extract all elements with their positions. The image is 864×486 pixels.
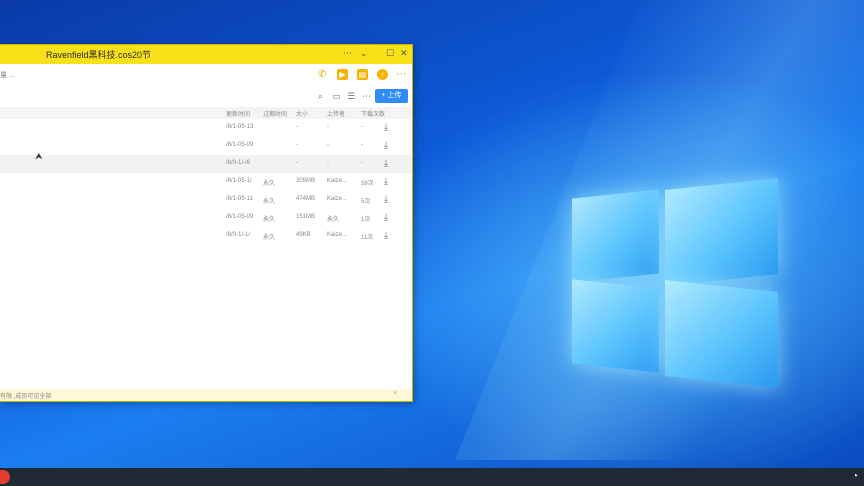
upload-circle-icon[interactable]: ↑ [377,69,388,80]
logo-pane [572,279,659,373]
table-row[interactable]: /8/0-1/-1/ 永久 49KB Kaize... 11次 ⤓ [0,227,412,245]
cell-size: - [296,142,298,148]
logo-pane [572,189,659,283]
col-updated[interactable]: 更新时间 [226,109,250,118]
close-button[interactable]: ✕ [400,48,408,59]
cell-downloads: - [361,160,363,166]
windows-logo-icon [570,176,782,390]
cell-uploader: Kaize... [327,232,348,238]
title-bar[interactable]: Ravenfield黑科技.cos20节 ⋯ ⌄ ☐ ✕ [0,45,412,64]
download-icon[interactable]: ⤓ [384,140,388,151]
cell-size: - [296,160,298,166]
chevron-down-icon[interactable]: ⌄ [360,48,368,59]
cell-updated: /8/1-05-13 [226,124,254,130]
video-icon[interactable]: ▶ [337,69,348,80]
download-icon[interactable]: ⤓ [384,194,388,205]
cell-updated: /8/1-05-09 [226,214,254,220]
table-row[interactable]: /8/1-05-09 - - - ⤓ [0,137,412,155]
mouse-cursor-icon: ⮝ [35,151,43,161]
notice-bar: 有限 ,成员可见全部 × [0,389,412,401]
cell-size: 151MB [296,214,316,220]
taskbar: ◔ [0,468,864,486]
app-taskbar-icon[interactable] [0,470,10,484]
download-icon[interactable]: ⤓ [384,122,388,133]
more-icon[interactable]: ⋯ [362,91,371,102]
download-icon[interactable]: ⤓ [384,158,388,169]
volume-icon[interactable]: ◔ [852,471,858,482]
download-icon[interactable]: ⤓ [384,212,388,223]
cell-size: 49KB [296,232,311,238]
cell-expiry: 永久 [263,235,276,241]
cell-size: 474MB [296,196,316,202]
cell-downloads: - [361,142,363,148]
cell-expiry: 永久 [263,181,276,187]
cell-uploader: 永久 [327,217,340,223]
download-icon[interactable]: ⤓ [384,230,388,241]
cell-expiry: 永久 [263,217,276,223]
table-row[interactable]: /8/1-05-09 永久 151MB 永久 1次 ⤓ [0,209,412,227]
file-toolbar: ⌕ ▭ ☰ ⋯ [0,86,412,106]
folder-icon[interactable]: ▭ [332,91,341,102]
logo-pane [665,280,778,388]
cell-downloads: 1次 [361,217,371,223]
table-row[interactable]: /8/1-05-13 - - - ⤓ [0,119,412,137]
cell-updated: /8/1-05-09 [226,142,254,148]
cell-downloads: 5次 [361,199,371,205]
col-expiry[interactable]: 过期时间 [263,109,287,118]
upload-button[interactable]: + 上传 [375,89,408,103]
toolbar: 量 ... ✆ ▶ ▤ ↑ ⋯ [0,64,412,87]
close-icon[interactable]: × [393,390,397,397]
cell-uploader: Kaize... [327,196,348,202]
restore-button[interactable]: ☐ [386,48,394,59]
cell-updated: /8/1-05-1/ [226,178,252,184]
table-row[interactable]: /8/1-05-11 永久 474MB Kaize... 5次 ⤓ [0,191,412,209]
cell-size: - [296,124,298,130]
table-row[interactable]: /8/0-1/-/6 - - - ⤓ [0,155,412,173]
table-row[interactable]: /8/1-05-1/ 永久 305MB Kaize... 58次 ⤓ [0,173,412,191]
cell-downloads: 11次 [361,235,374,241]
cell-uploader: - [327,142,329,148]
list-view-icon[interactable]: ☰ [347,91,355,102]
cell-updated: /8/1-05-11 [226,196,253,202]
cell-uploader: - [327,160,329,166]
cell-updated: /8/0-1/-1/ [226,232,251,238]
cell-updated: /8/0-1/-/6 [226,160,251,166]
cell-uploader: - [327,124,329,130]
cell-downloads: - [361,124,363,130]
cell-downloads: 58次 [361,181,374,187]
col-uploader[interactable]: 上传者 [327,109,345,118]
window-title: Ravenfield黑科技.cos20节 [46,50,152,60]
menu-icon[interactable]: ⋯ [343,48,352,59]
breadcrumb: 量 ... [0,72,15,79]
app-window: Ravenfield黑科技.cos20节 ⋯ ⌄ ☐ ✕ 量 ... ✆ ▶ ▤… [0,45,412,401]
notice-text: 有限 ,成员可见全部 [0,394,52,400]
col-downloads[interactable]: 下载次数 [361,109,385,118]
doc-icon[interactable]: ▤ [357,69,368,80]
cell-uploader: Kaize... [327,178,348,184]
cell-expiry: 永久 [263,199,276,205]
search-icon[interactable]: ⌕ [318,91,323,102]
table-header: 更新时间 过期时间 大小 上传者 下载次数 [0,107,412,119]
logo-pane [665,178,778,286]
phone-icon[interactable]: ✆ [317,69,328,80]
more-icon[interactable]: ⋯ [396,69,407,80]
cell-size: 305MB [296,178,316,184]
col-size[interactable]: 大小 [296,109,308,118]
download-icon[interactable]: ⤓ [384,176,388,187]
